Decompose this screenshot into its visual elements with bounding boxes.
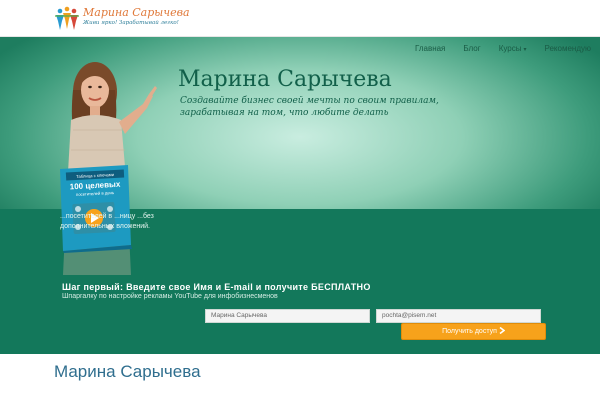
logo-text: Марина Сарычева Живи ярко! Зарабатывай л… xyxy=(83,6,190,27)
nav-item-courses[interactable]: Курсы ▾ xyxy=(490,43,536,56)
section-title: Марина Сарычева xyxy=(54,362,201,381)
email-input[interactable]: pochta@pisem.net xyxy=(376,309,541,323)
site-logo[interactable]: Марина Сарычева Живи ярко! Зарабатывай л… xyxy=(54,6,190,32)
signup-step-subtitle: Шпаргалку по настройке рекламы YouTube д… xyxy=(62,293,278,300)
nav-item-home[interactable]: Главная xyxy=(406,43,454,56)
signup-step-title: Шаг первый: Введите свое Имя и E-mail и … xyxy=(62,282,371,292)
hero-tagline: Создавайте бизнес своей мечты по своим п… xyxy=(180,95,439,119)
chevron-down-icon: ▾ xyxy=(523,47,527,53)
get-access-button[interactable]: Получить доступ xyxy=(401,323,546,340)
hero-tagline-line2: зарабатывая на том, что любите делать xyxy=(180,108,389,118)
top-header: Марина Сарычева Живи ярко! Зарабатывай л… xyxy=(0,0,600,37)
name-input[interactable]: Марина Сарычева xyxy=(205,309,370,323)
get-access-label: Получить доступ xyxy=(442,328,497,335)
hero-title: Марина Сарычева xyxy=(178,67,392,92)
hero-tagline-line1: Создавайте бизнес своей мечты по своим п… xyxy=(180,96,439,106)
chevron-right-icon xyxy=(499,326,506,335)
logo-slogan: Живи ярко! Зарабатывай легко! xyxy=(83,20,179,26)
nav-item-recommend[interactable]: Рекомендую xyxy=(535,43,600,56)
promo-left-text: ...посетителей в ...ницу ...без дополнит… xyxy=(60,213,154,230)
ebook-cover: Таблица с ключами 100 целевых посетителе… xyxy=(58,165,133,253)
logo-brand-name: Марина Сарычева xyxy=(83,6,190,19)
main-nav: Главная Блог Курсы ▾ Рекомендую xyxy=(406,43,600,56)
logo-figures-icon xyxy=(54,6,80,32)
nav-item-blog[interactable]: Блог xyxy=(454,43,489,56)
